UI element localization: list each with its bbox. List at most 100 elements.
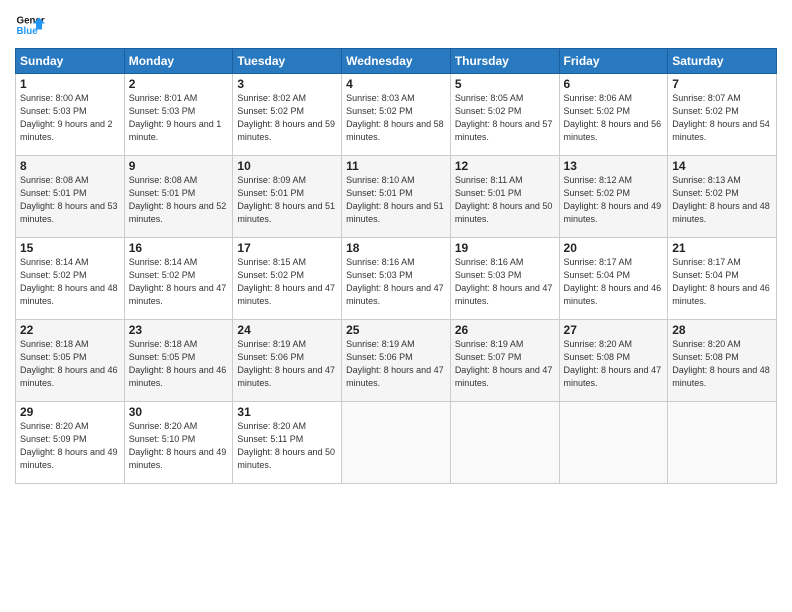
calendar-cell: 12Sunrise: 8:11 AMSunset: 5:01 PMDayligh… bbox=[450, 156, 559, 238]
day-number: 3 bbox=[237, 77, 337, 91]
calendar-cell: 28Sunrise: 8:20 AMSunset: 5:08 PMDayligh… bbox=[668, 320, 777, 402]
calendar-week-0: 1Sunrise: 8:00 AMSunset: 5:03 PMDaylight… bbox=[16, 74, 777, 156]
day-detail: Sunrise: 8:16 AMSunset: 5:03 PMDaylight:… bbox=[455, 256, 555, 308]
day-number: 23 bbox=[129, 323, 229, 337]
day-number: 21 bbox=[672, 241, 772, 255]
col-header-thursday: Thursday bbox=[450, 49, 559, 74]
day-detail: Sunrise: 8:15 AMSunset: 5:02 PMDaylight:… bbox=[237, 256, 337, 308]
day-number: 2 bbox=[129, 77, 229, 91]
day-number: 22 bbox=[20, 323, 120, 337]
calendar-week-4: 29Sunrise: 8:20 AMSunset: 5:09 PMDayligh… bbox=[16, 402, 777, 484]
calendar-cell bbox=[668, 402, 777, 484]
day-detail: Sunrise: 8:20 AMSunset: 5:08 PMDaylight:… bbox=[564, 338, 664, 390]
day-number: 25 bbox=[346, 323, 446, 337]
calendar-cell: 16Sunrise: 8:14 AMSunset: 5:02 PMDayligh… bbox=[124, 238, 233, 320]
day-number: 10 bbox=[237, 159, 337, 173]
day-number: 16 bbox=[129, 241, 229, 255]
day-number: 12 bbox=[455, 159, 555, 173]
calendar-cell: 18Sunrise: 8:16 AMSunset: 5:03 PMDayligh… bbox=[342, 238, 451, 320]
calendar-cell bbox=[342, 402, 451, 484]
calendar-week-1: 8Sunrise: 8:08 AMSunset: 5:01 PMDaylight… bbox=[16, 156, 777, 238]
day-detail: Sunrise: 8:02 AMSunset: 5:02 PMDaylight:… bbox=[237, 92, 337, 144]
calendar-cell: 8Sunrise: 8:08 AMSunset: 5:01 PMDaylight… bbox=[16, 156, 125, 238]
calendar-table: SundayMondayTuesdayWednesdayThursdayFrid… bbox=[15, 48, 777, 484]
calendar-cell: 3Sunrise: 8:02 AMSunset: 5:02 PMDaylight… bbox=[233, 74, 342, 156]
calendar-cell: 17Sunrise: 8:15 AMSunset: 5:02 PMDayligh… bbox=[233, 238, 342, 320]
calendar-week-2: 15Sunrise: 8:14 AMSunset: 5:02 PMDayligh… bbox=[16, 238, 777, 320]
col-header-friday: Friday bbox=[559, 49, 668, 74]
day-number: 5 bbox=[455, 77, 555, 91]
svg-text:Blue: Blue bbox=[17, 26, 39, 37]
day-number: 13 bbox=[564, 159, 664, 173]
day-number: 19 bbox=[455, 241, 555, 255]
day-detail: Sunrise: 8:20 AMSunset: 5:11 PMDaylight:… bbox=[237, 420, 337, 472]
calendar-cell: 7Sunrise: 8:07 AMSunset: 5:02 PMDaylight… bbox=[668, 74, 777, 156]
calendar-cell: 30Sunrise: 8:20 AMSunset: 5:10 PMDayligh… bbox=[124, 402, 233, 484]
calendar-cell: 5Sunrise: 8:05 AMSunset: 5:02 PMDaylight… bbox=[450, 74, 559, 156]
calendar-cell: 15Sunrise: 8:14 AMSunset: 5:02 PMDayligh… bbox=[16, 238, 125, 320]
day-detail: Sunrise: 8:10 AMSunset: 5:01 PMDaylight:… bbox=[346, 174, 446, 226]
calendar-cell: 10Sunrise: 8:09 AMSunset: 5:01 PMDayligh… bbox=[233, 156, 342, 238]
calendar-cell: 23Sunrise: 8:18 AMSunset: 5:05 PMDayligh… bbox=[124, 320, 233, 402]
calendar-cell: 2Sunrise: 8:01 AMSunset: 5:03 PMDaylight… bbox=[124, 74, 233, 156]
day-detail: Sunrise: 8:18 AMSunset: 5:05 PMDaylight:… bbox=[20, 338, 120, 390]
day-number: 7 bbox=[672, 77, 772, 91]
day-detail: Sunrise: 8:17 AMSunset: 5:04 PMDaylight:… bbox=[564, 256, 664, 308]
day-detail: Sunrise: 8:06 AMSunset: 5:02 PMDaylight:… bbox=[564, 92, 664, 144]
calendar-cell: 14Sunrise: 8:13 AMSunset: 5:02 PMDayligh… bbox=[668, 156, 777, 238]
day-number: 9 bbox=[129, 159, 229, 173]
day-number: 29 bbox=[20, 405, 120, 419]
calendar-cell: 31Sunrise: 8:20 AMSunset: 5:11 PMDayligh… bbox=[233, 402, 342, 484]
calendar-cell: 21Sunrise: 8:17 AMSunset: 5:04 PMDayligh… bbox=[668, 238, 777, 320]
day-detail: Sunrise: 8:08 AMSunset: 5:01 PMDaylight:… bbox=[20, 174, 120, 226]
calendar-cell: 22Sunrise: 8:18 AMSunset: 5:05 PMDayligh… bbox=[16, 320, 125, 402]
day-detail: Sunrise: 8:14 AMSunset: 5:02 PMDaylight:… bbox=[20, 256, 120, 308]
calendar-cell: 13Sunrise: 8:12 AMSunset: 5:02 PMDayligh… bbox=[559, 156, 668, 238]
day-number: 4 bbox=[346, 77, 446, 91]
day-number: 18 bbox=[346, 241, 446, 255]
day-number: 6 bbox=[564, 77, 664, 91]
col-header-saturday: Saturday bbox=[668, 49, 777, 74]
day-detail: Sunrise: 8:20 AMSunset: 5:09 PMDaylight:… bbox=[20, 420, 120, 472]
calendar-cell: 19Sunrise: 8:16 AMSunset: 5:03 PMDayligh… bbox=[450, 238, 559, 320]
calendar-header-row: SundayMondayTuesdayWednesdayThursdayFrid… bbox=[16, 49, 777, 74]
calendar-cell: 20Sunrise: 8:17 AMSunset: 5:04 PMDayligh… bbox=[559, 238, 668, 320]
day-detail: Sunrise: 8:12 AMSunset: 5:02 PMDaylight:… bbox=[564, 174, 664, 226]
day-detail: Sunrise: 8:05 AMSunset: 5:02 PMDaylight:… bbox=[455, 92, 555, 144]
day-detail: Sunrise: 8:17 AMSunset: 5:04 PMDaylight:… bbox=[672, 256, 772, 308]
day-detail: Sunrise: 8:07 AMSunset: 5:02 PMDaylight:… bbox=[672, 92, 772, 144]
calendar-cell: 9Sunrise: 8:08 AMSunset: 5:01 PMDaylight… bbox=[124, 156, 233, 238]
day-number: 24 bbox=[237, 323, 337, 337]
calendar-cell bbox=[450, 402, 559, 484]
col-header-monday: Monday bbox=[124, 49, 233, 74]
day-number: 8 bbox=[20, 159, 120, 173]
logo: General Blue bbox=[15, 10, 45, 40]
day-number: 26 bbox=[455, 323, 555, 337]
col-header-sunday: Sunday bbox=[16, 49, 125, 74]
calendar-cell: 11Sunrise: 8:10 AMSunset: 5:01 PMDayligh… bbox=[342, 156, 451, 238]
day-detail: Sunrise: 8:19 AMSunset: 5:06 PMDaylight:… bbox=[346, 338, 446, 390]
day-detail: Sunrise: 8:01 AMSunset: 5:03 PMDaylight:… bbox=[129, 92, 229, 144]
day-number: 15 bbox=[20, 241, 120, 255]
calendar-cell: 4Sunrise: 8:03 AMSunset: 5:02 PMDaylight… bbox=[342, 74, 451, 156]
day-number: 30 bbox=[129, 405, 229, 419]
calendar-cell: 25Sunrise: 8:19 AMSunset: 5:06 PMDayligh… bbox=[342, 320, 451, 402]
day-detail: Sunrise: 8:08 AMSunset: 5:01 PMDaylight:… bbox=[129, 174, 229, 226]
page-container: General Blue SundayMondayTuesdayWednesda… bbox=[0, 0, 792, 494]
day-number: 14 bbox=[672, 159, 772, 173]
col-header-tuesday: Tuesday bbox=[233, 49, 342, 74]
day-number: 31 bbox=[237, 405, 337, 419]
day-number: 20 bbox=[564, 241, 664, 255]
day-detail: Sunrise: 8:11 AMSunset: 5:01 PMDaylight:… bbox=[455, 174, 555, 226]
day-number: 27 bbox=[564, 323, 664, 337]
day-detail: Sunrise: 8:09 AMSunset: 5:01 PMDaylight:… bbox=[237, 174, 337, 226]
day-number: 11 bbox=[346, 159, 446, 173]
calendar-cell: 1Sunrise: 8:00 AMSunset: 5:03 PMDaylight… bbox=[16, 74, 125, 156]
logo-icon: General Blue bbox=[15, 10, 45, 40]
day-detail: Sunrise: 8:13 AMSunset: 5:02 PMDaylight:… bbox=[672, 174, 772, 226]
day-detail: Sunrise: 8:00 AMSunset: 5:03 PMDaylight:… bbox=[20, 92, 120, 144]
day-detail: Sunrise: 8:19 AMSunset: 5:07 PMDaylight:… bbox=[455, 338, 555, 390]
day-detail: Sunrise: 8:03 AMSunset: 5:02 PMDaylight:… bbox=[346, 92, 446, 144]
day-detail: Sunrise: 8:20 AMSunset: 5:10 PMDaylight:… bbox=[129, 420, 229, 472]
calendar-cell: 24Sunrise: 8:19 AMSunset: 5:06 PMDayligh… bbox=[233, 320, 342, 402]
